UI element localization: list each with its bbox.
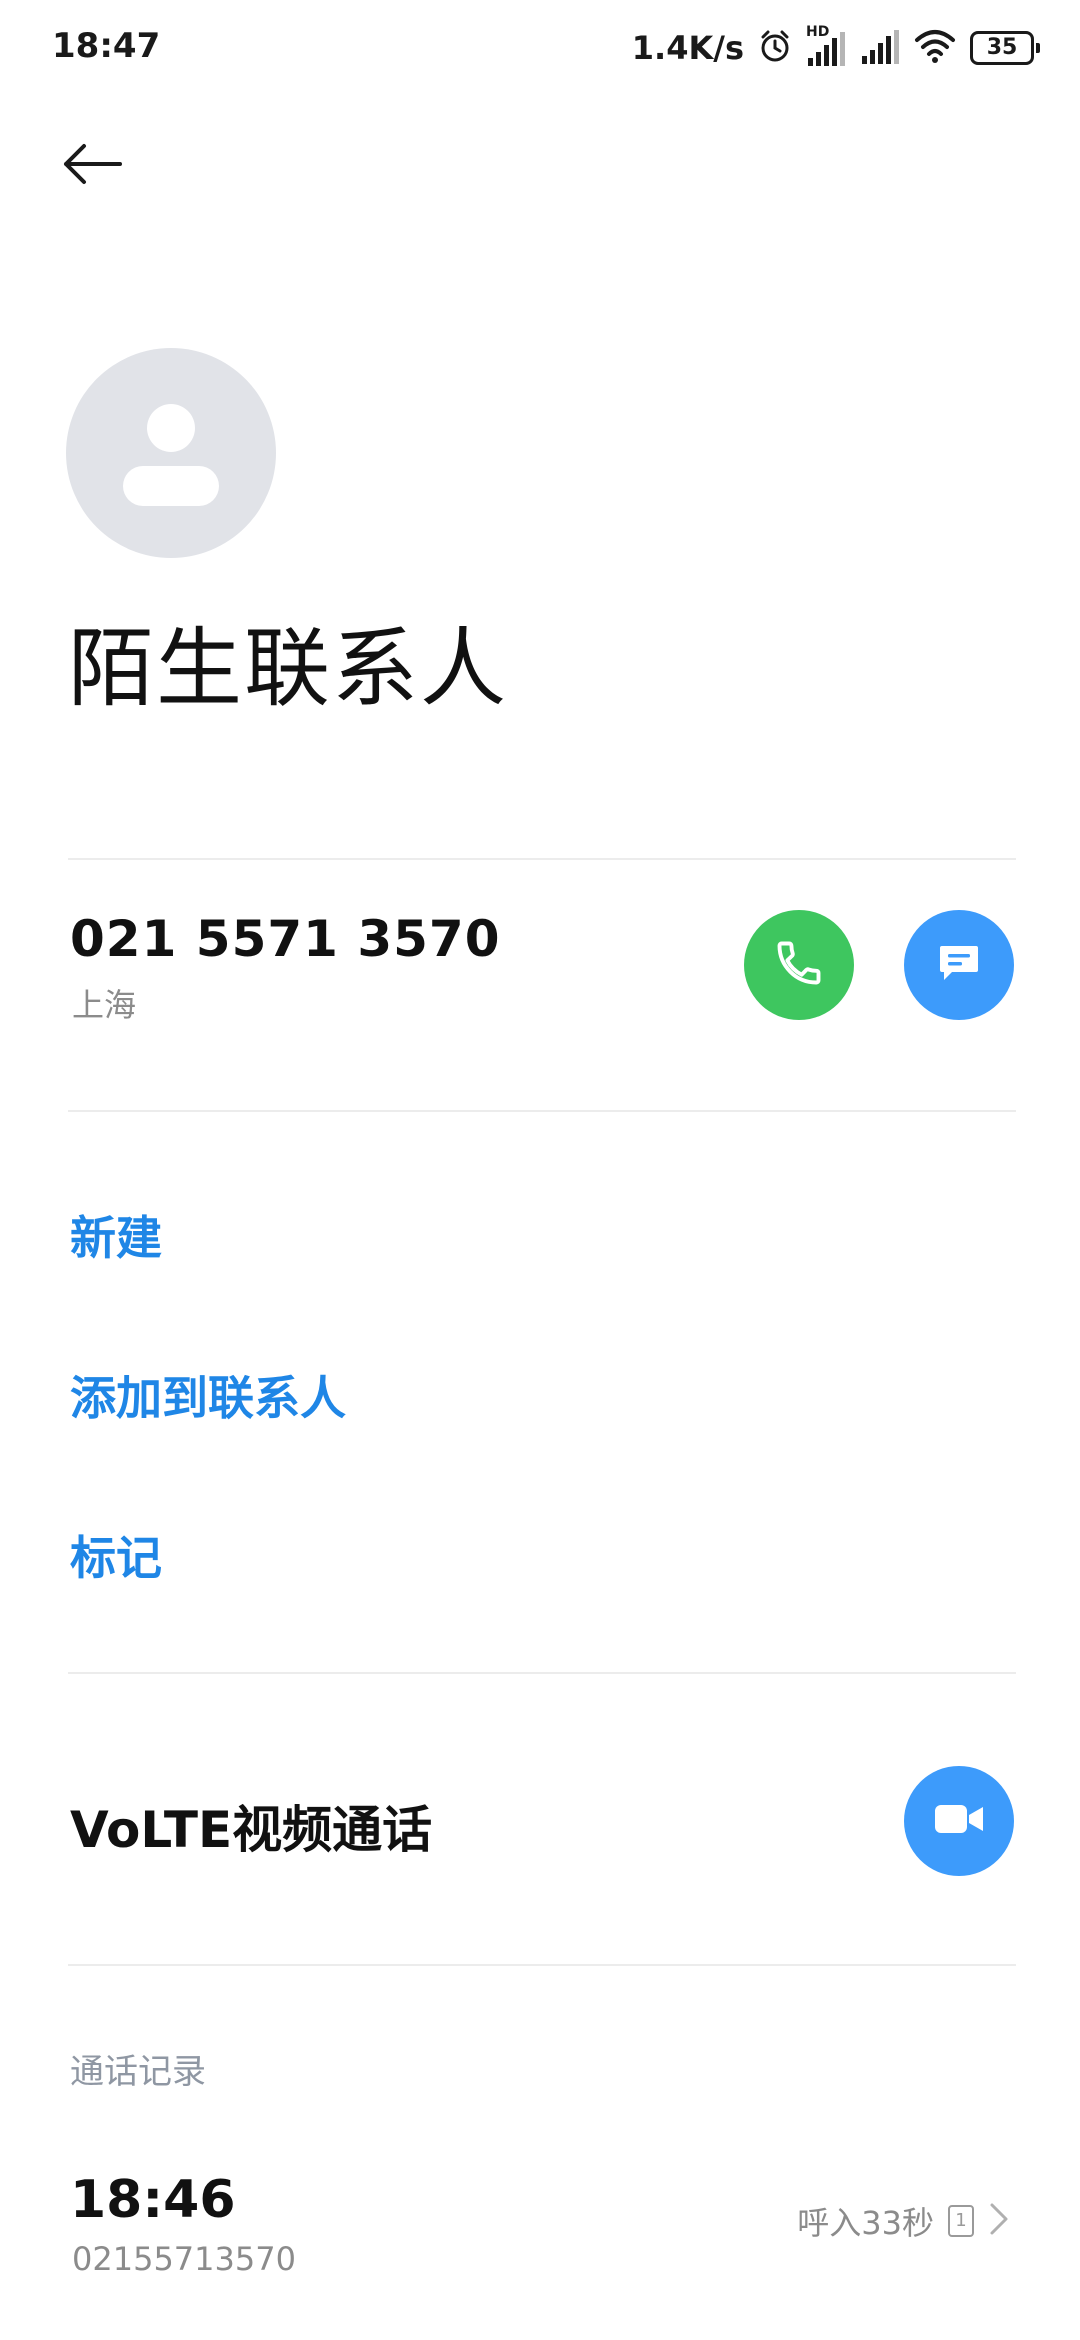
sim-badge: 1 (948, 2205, 974, 2237)
message-button[interactable] (904, 910, 1014, 1020)
call-log-detail[interactable]: 呼入33秒 1 (797, 2198, 1010, 2244)
signal-icon (860, 26, 900, 70)
wifi-icon (914, 28, 956, 68)
divider (68, 1110, 1016, 1112)
avatar (66, 348, 276, 558)
battery-indicator: 35 (970, 31, 1040, 65)
chevron-right-icon (988, 2201, 1010, 2241)
battery-level: 35 (970, 31, 1034, 65)
video-camera-icon (933, 1799, 985, 1843)
contact-detail-page: 18:47 1.4K/s HD 35 陌生联系人 021 5571 3570 上… (0, 0, 1080, 2340)
new-contact-link[interactable]: 新建 (70, 1202, 162, 1268)
back-button[interactable] (52, 126, 132, 206)
divider (68, 1964, 1016, 1966)
arrow-left-icon (60, 142, 124, 190)
call-log-header: 通话记录 (70, 2052, 206, 2092)
phone-icon (773, 937, 825, 993)
person-icon (66, 404, 276, 562)
divider (68, 858, 1016, 860)
status-bar: 18:47 1.4K/s HD 35 (0, 0, 1080, 96)
message-icon (934, 938, 984, 992)
video-call-button[interactable] (904, 1766, 1014, 1876)
battery-tip (1036, 43, 1040, 53)
alarm-icon (758, 29, 792, 67)
call-log-time: 18:46 (70, 2170, 236, 2230)
volte-video-call-label: VoLTE视频通话 (70, 1801, 433, 1859)
call-log-number: 02155713570 (72, 2240, 296, 2278)
call-log-type: 呼入33秒 (797, 2204, 934, 2242)
phone-location: 上海 (72, 986, 137, 1024)
status-icons: 1.4K/s HD 35 (631, 24, 1040, 70)
mark-link[interactable]: 标记 (70, 1522, 162, 1588)
phone-number[interactable]: 021 5571 3570 (70, 910, 501, 968)
signal-hd-icon: HD (806, 24, 846, 68)
contact-name: 陌生联系人 (68, 619, 508, 719)
call-button[interactable] (744, 910, 854, 1020)
status-time: 18:47 (52, 26, 161, 66)
network-speed: 1.4K/s (631, 29, 744, 67)
divider (68, 1672, 1016, 1674)
add-to-contacts-link[interactable]: 添加到联系人 (70, 1362, 346, 1428)
